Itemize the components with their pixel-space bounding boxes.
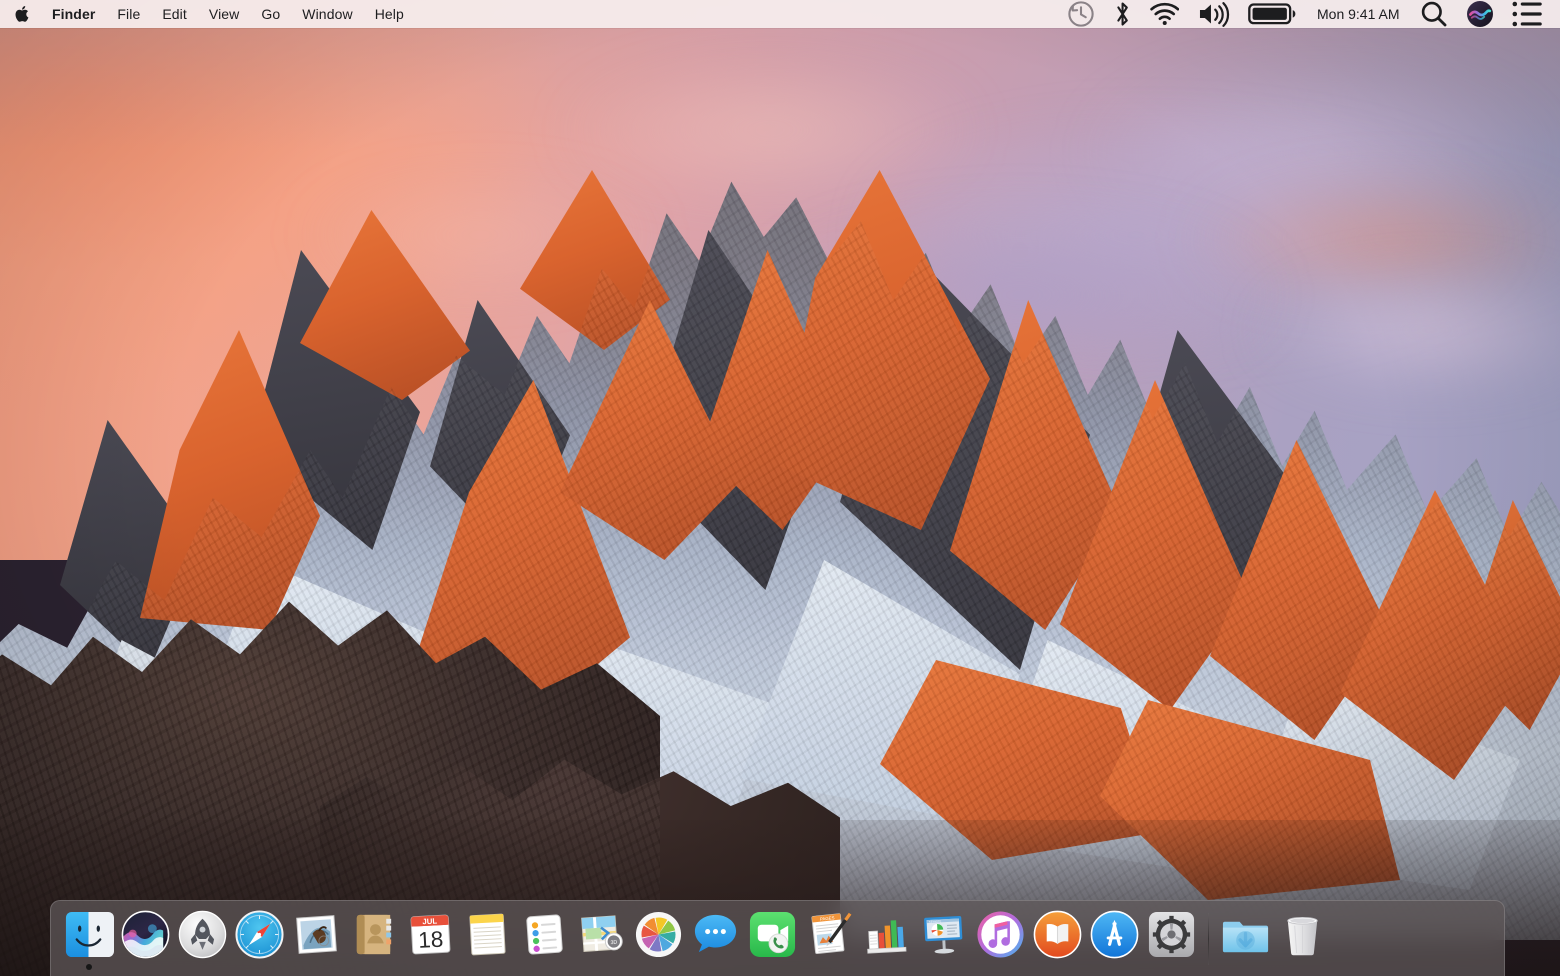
dock-item-pages[interactable]: PAGES	[801, 901, 858, 976]
dock-item-app-store[interactable]	[1086, 901, 1143, 976]
dock-item-safari[interactable]	[231, 901, 288, 976]
menu-item-go[interactable]: Go	[250, 0, 291, 28]
calendar-day-label: 18	[418, 926, 444, 952]
dock-item-notes[interactable]	[459, 901, 516, 976]
reminders-icon	[519, 909, 570, 960]
app-store-icon	[1089, 909, 1140, 960]
dock-item-numbers[interactable]	[858, 901, 915, 976]
menu-bar: Finder File Edit View Go Window Help Mon…	[0, 0, 1560, 28]
dock-item-contacts[interactable]	[345, 901, 402, 976]
menu-item-go-label: Go	[261, 6, 281, 22]
dock-item-system-preferences[interactable]	[1143, 901, 1200, 976]
apple-menu[interactable]	[0, 0, 41, 28]
battery-icon[interactable]	[1239, 0, 1306, 28]
dock: JUL 18 3D PAGES KEYNOTE	[50, 900, 1505, 976]
menu-item-window-label: Window	[302, 6, 353, 22]
system-preferences-icon	[1146, 909, 1197, 960]
dock-item-itunes[interactable]	[972, 901, 1029, 976]
maps-icon: 3D	[576, 909, 627, 960]
dock-item-maps[interactable]: 3D	[573, 901, 630, 976]
wifi-icon[interactable]	[1141, 0, 1188, 28]
launchpad-icon	[177, 909, 228, 960]
menu-item-help-label: Help	[374, 6, 404, 22]
menu-bar-status-area: Mon 9:41 AM	[1058, 0, 1560, 28]
dock-item-ibooks[interactable]	[1029, 901, 1086, 976]
menu-item-edit-label: Edit	[162, 6, 187, 22]
dock-item-trash[interactable]	[1274, 901, 1331, 976]
keynote-icon: KEYNOTE	[918, 909, 969, 960]
calendar-month-label: JUL	[422, 916, 437, 926]
notification-center-icon[interactable]	[1503, 0, 1553, 28]
finder-running-indicator	[85, 963, 92, 970]
dock-item-downloads[interactable]	[1217, 901, 1274, 976]
desktop-wallpaper[interactable]	[0, 0, 1560, 976]
finder-icon	[63, 909, 114, 960]
messages-icon	[690, 909, 741, 960]
bluetooth-icon[interactable]	[1104, 0, 1141, 28]
menu-bar-left: Finder File Edit View Go Window Help	[0, 0, 415, 28]
siri-dock-icon	[120, 909, 171, 960]
dock-item-facetime[interactable]	[744, 901, 801, 976]
notes-icon	[462, 909, 513, 960]
menu-item-finder[interactable]: Finder	[41, 0, 106, 28]
menu-item-finder-label: Finder	[52, 6, 96, 22]
menu-item-window[interactable]: Window	[291, 0, 363, 28]
calendar-icon: JUL 18	[405, 909, 456, 960]
dock-item-keynote[interactable]: KEYNOTE	[915, 901, 972, 976]
menu-item-edit[interactable]: Edit	[151, 0, 198, 28]
dock-item-finder[interactable]	[60, 901, 117, 976]
maps-3d-badge: 3D	[610, 939, 617, 945]
trash-icon	[1277, 909, 1328, 960]
apple-logo-icon	[14, 5, 29, 23]
facetime-icon	[747, 909, 798, 960]
dock-item-mail[interactable]	[288, 901, 345, 976]
keynote-doc-label: KEYNOTE	[929, 919, 942, 924]
vignette	[0, 0, 1560, 976]
search-icon[interactable]	[1411, 0, 1457, 28]
contacts-icon	[348, 909, 399, 960]
numbers-icon	[861, 909, 912, 960]
dock-item-reminders[interactable]	[516, 901, 573, 976]
menu-item-file[interactable]: File	[106, 0, 151, 28]
pages-icon: PAGES	[804, 909, 855, 960]
dock-item-messages[interactable]	[687, 901, 744, 976]
siri-icon[interactable]	[1457, 0, 1503, 28]
downloads-folder-icon	[1220, 909, 1271, 960]
mail-icon	[291, 909, 342, 960]
dock-separator	[1208, 912, 1209, 965]
itunes-icon	[975, 909, 1026, 960]
time-machine-icon[interactable]	[1058, 0, 1104, 28]
menu-item-view[interactable]: View	[198, 0, 251, 28]
menu-item-view-label: View	[208, 6, 240, 22]
volume-icon[interactable]	[1188, 0, 1239, 28]
dock-item-launchpad[interactable]	[174, 901, 231, 976]
ibooks-icon	[1032, 909, 1083, 960]
dock-item-photos[interactable]	[630, 901, 687, 976]
safari-icon	[234, 909, 285, 960]
menu-item-file-label: File	[117, 6, 141, 22]
dock-item-calendar[interactable]: JUL 18	[402, 901, 459, 976]
photos-icon	[633, 909, 684, 960]
menu-item-help[interactable]: Help	[364, 0, 415, 28]
menu-bar-clock[interactable]: Mon 9:41 AM	[1306, 6, 1411, 22]
dock-item-siri[interactable]	[117, 901, 174, 976]
